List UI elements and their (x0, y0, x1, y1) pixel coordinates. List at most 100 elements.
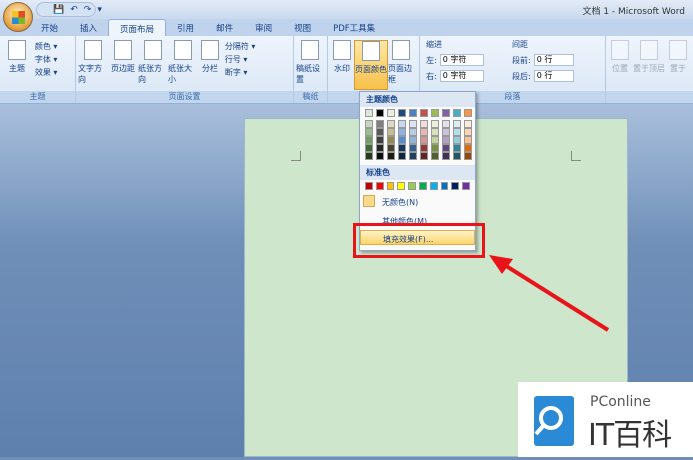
hyphenation-button[interactable]: 断字 ▾ (225, 66, 256, 79)
standard-color-swatch[interactable] (375, 182, 384, 190)
color-swatch[interactable] (464, 128, 472, 136)
send-backward-button[interactable]: 置于 (666, 40, 690, 74)
position-button[interactable]: 位置 (608, 40, 632, 74)
color-swatch[interactable] (376, 152, 384, 160)
tab-home[interactable]: 开始 (30, 19, 69, 36)
color-swatch[interactable] (453, 109, 461, 117)
color-swatch[interactable] (376, 136, 384, 144)
standard-color-swatch[interactable] (451, 182, 460, 190)
color-swatch[interactable] (442, 136, 450, 144)
color-swatch[interactable] (464, 152, 472, 160)
color-swatch[interactable] (387, 120, 395, 128)
no-color-item[interactable]: 无颜色(N) (360, 194, 475, 209)
color-swatch[interactable] (376, 120, 384, 128)
color-swatch[interactable] (365, 136, 373, 144)
color-swatch[interactable] (464, 144, 472, 152)
indent-left-input[interactable]: 0 字符 (439, 54, 484, 66)
color-swatch[interactable] (376, 128, 384, 136)
color-swatch[interactable] (376, 109, 384, 117)
color-swatch[interactable] (365, 120, 373, 128)
standard-color-swatch[interactable] (418, 182, 427, 190)
color-swatch[interactable] (365, 109, 373, 117)
indent-right-input[interactable]: 0 字符 (439, 70, 484, 82)
redo-icon[interactable]: ↷ (84, 5, 92, 15)
watermark-button[interactable]: 水印 (330, 40, 354, 74)
spacing-before-input[interactable]: 0 行 (533, 54, 574, 66)
standard-color-swatch[interactable] (462, 182, 470, 190)
undo-icon[interactable]: ↶ (70, 5, 78, 15)
standard-color-swatch[interactable] (440, 182, 449, 190)
color-swatch[interactable] (453, 128, 461, 136)
bring-to-front-button[interactable]: 置于顶层 (632, 40, 666, 74)
color-swatch[interactable] (398, 152, 406, 160)
color-swatch[interactable] (431, 120, 439, 128)
line-numbers-button[interactable]: 行号 ▾ (225, 53, 256, 66)
color-swatch[interactable] (420, 136, 428, 144)
spacing-after-input[interactable]: 0 行 (533, 70, 574, 82)
color-swatch[interactable] (398, 128, 406, 136)
theme-button[interactable]: 主题 (2, 40, 32, 74)
color-swatch[interactable] (398, 144, 406, 152)
tab-mailings[interactable]: 邮件 (205, 19, 244, 36)
color-swatch[interactable] (431, 152, 439, 160)
color-swatch[interactable] (387, 136, 395, 144)
color-swatch[interactable] (442, 152, 450, 160)
color-swatch[interactable] (376, 144, 384, 152)
color-swatch[interactable] (409, 136, 417, 144)
tab-review[interactable]: 审阅 (244, 19, 283, 36)
color-swatch[interactable] (387, 144, 395, 152)
orientation-button[interactable]: 纸张方向 (138, 40, 168, 85)
columns-button[interactable]: 分栏 (198, 40, 222, 74)
customize-qat-icon[interactable]: ▾ (97, 5, 102, 15)
color-swatch[interactable] (431, 128, 439, 136)
tab-view[interactable]: 视图 (283, 19, 322, 36)
save-icon[interactable]: 💾 (53, 5, 64, 15)
color-swatch[interactable] (442, 128, 450, 136)
color-swatch[interactable] (442, 120, 450, 128)
effects-button[interactable]: 效果 ▾ (35, 66, 58, 79)
color-swatch[interactable] (409, 128, 417, 136)
draft-settings-button[interactable]: 稿纸设置 (296, 40, 324, 85)
color-swatch[interactable] (453, 144, 461, 152)
color-swatch[interactable] (365, 128, 373, 136)
standard-color-swatch[interactable] (365, 182, 373, 190)
color-swatch[interactable] (431, 136, 439, 144)
color-swatch[interactable] (431, 144, 439, 152)
color-swatch[interactable] (442, 144, 450, 152)
breaks-button[interactable]: 分隔符 ▾ (225, 40, 256, 53)
standard-color-swatch[interactable] (408, 182, 416, 190)
color-swatch[interactable] (453, 120, 461, 128)
more-colors-item[interactable]: 其他颜色(M)... (360, 213, 475, 228)
standard-color-swatch[interactable] (386, 182, 395, 190)
tab-references[interactable]: 引用 (166, 19, 205, 36)
page-borders-button[interactable]: 页面边框 (388, 40, 414, 85)
color-swatch[interactable] (420, 128, 428, 136)
color-swatch[interactable] (409, 152, 417, 160)
tab-pdf-tools[interactable]: PDF工具集 (322, 19, 386, 36)
office-button[interactable] (3, 2, 33, 32)
color-swatch[interactable] (420, 152, 428, 160)
color-swatch[interactable] (409, 109, 417, 117)
color-swatch[interactable] (365, 144, 373, 152)
color-swatch[interactable] (409, 120, 417, 128)
fonts-button[interactable]: 字体 ▾ (35, 53, 58, 66)
color-swatch[interactable] (464, 120, 472, 128)
color-swatch[interactable] (365, 152, 373, 160)
color-swatch[interactable] (420, 109, 428, 117)
color-swatch[interactable] (387, 152, 395, 160)
color-swatch[interactable] (420, 144, 428, 152)
color-swatch[interactable] (398, 120, 406, 128)
tab-page-layout[interactable]: 页面布局 (108, 19, 167, 36)
text-direction-button[interactable]: 文字方向 (78, 40, 108, 85)
color-swatch[interactable] (431, 109, 439, 117)
color-swatch[interactable] (387, 128, 395, 136)
color-swatch[interactable] (464, 109, 472, 117)
tab-insert[interactable]: 插入 (69, 19, 108, 36)
color-swatch[interactable] (398, 136, 406, 144)
margins-button[interactable]: 页边距 (108, 40, 138, 74)
color-swatch[interactable] (409, 144, 417, 152)
page-color-button[interactable]: 页面颜色 (354, 40, 388, 90)
color-swatch[interactable] (453, 152, 461, 160)
color-swatch[interactable] (398, 109, 406, 117)
standard-color-swatch[interactable] (429, 182, 438, 190)
